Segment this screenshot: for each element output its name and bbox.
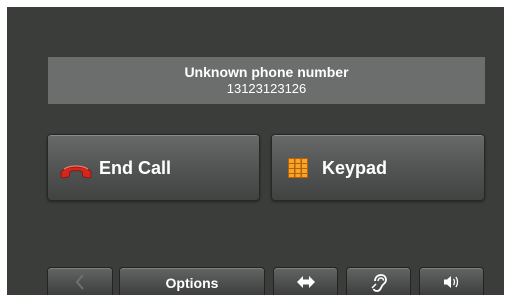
- hearing-button[interactable]: [346, 267, 411, 295]
- caller-name: Unknown phone number: [184, 64, 349, 80]
- call-screen: Unknown phone number 13123123126 End Cal…: [7, 7, 504, 295]
- options-label: Options: [165, 275, 219, 291]
- left-right-arrows-icon: [296, 276, 315, 288]
- keypad-label: Keypad: [322, 158, 388, 178]
- caller-info-banner: Unknown phone number 13123123126: [48, 57, 485, 104]
- bottom-toolbar: Options: [7, 267, 504, 295]
- transfer-button[interactable]: [273, 267, 338, 295]
- ear-icon: [370, 274, 387, 292]
- end-call-label: End Call: [99, 158, 172, 178]
- caller-number: 13123123126: [226, 81, 307, 96]
- hang-up-icon: [60, 165, 92, 179]
- speaker-volume-icon: [443, 276, 458, 288]
- volume-button[interactable]: [419, 267, 484, 295]
- back-button[interactable]: [47, 267, 113, 295]
- keypad-grid-icon: [288, 158, 308, 178]
- keypad-button[interactable]: Keypad: [271, 134, 485, 201]
- end-call-button[interactable]: End Call: [47, 134, 260, 201]
- chevron-left-icon: [75, 274, 84, 290]
- options-button[interactable]: Options: [119, 267, 265, 295]
